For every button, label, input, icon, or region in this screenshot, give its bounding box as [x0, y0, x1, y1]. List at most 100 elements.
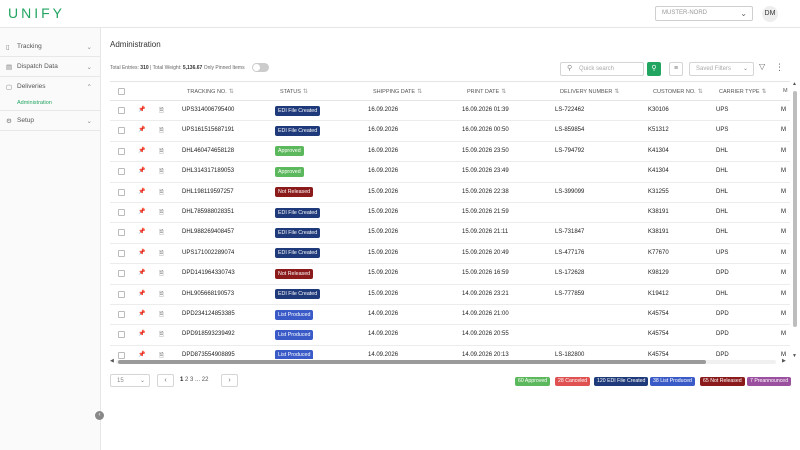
scroll-right-icon[interactable]: ▶	[782, 358, 786, 364]
document-icon[interactable]: 🗎	[159, 330, 164, 340]
document-icon[interactable]: 🗎	[159, 310, 164, 320]
table-row[interactable]: 📌 🗎 UPS314006795400 EDI File Created 16.09.2…	[110, 101, 790, 122]
vertical-scrollbar[interactable]: ▲ ▼	[792, 81, 798, 361]
row-checkbox[interactable]	[118, 229, 125, 237]
pin-icon[interactable]: 📌	[138, 147, 145, 154]
sidebar-item-tracking[interactable]: ▯ Tracking ⌄	[0, 37, 100, 57]
search-button[interactable]: ⚲	[647, 62, 661, 76]
horizontal-scrollbar[interactable]: ◀ ▶	[110, 358, 790, 365]
document-icon[interactable]: 🗎	[159, 126, 164, 136]
pin-icon[interactable]: 📌	[138, 351, 145, 358]
column-header-shipping-date[interactable]: Shipping Date ⇅	[373, 88, 422, 95]
row-checkbox[interactable]	[118, 209, 125, 216]
row-checkbox[interactable]	[118, 107, 125, 114]
scroll-left-icon[interactable]: ◀	[110, 358, 114, 364]
document-icon[interactable]: 🗎	[159, 147, 164, 157]
row-checkbox[interactable]	[118, 249, 125, 257]
column-header-tracking[interactable]: Tracking No. ⇅	[187, 88, 234, 95]
table-row[interactable]: 📌 🗎 UPS171002289074 EDI File Created 15.09.2…	[110, 244, 790, 265]
summary-badge[interactable]: 65 Not Released	[700, 377, 745, 386]
scroll-down-icon[interactable]: ▼	[792, 353, 797, 359]
table-row[interactable]: 📌 🗎 DPD873554908895 List Produced 14.09.2026…	[110, 346, 790, 359]
row-checkbox[interactable]	[118, 270, 125, 278]
table-row[interactable]: 📌 🗎 DPD234124853385 List Produced 14.09.2026…	[110, 305, 790, 326]
page-link[interactable]: 3	[190, 377, 193, 383]
page-link[interactable]: 22	[202, 377, 209, 383]
pin-icon[interactable]: 📌	[138, 228, 145, 235]
only-pinned-toggle[interactable]	[252, 63, 269, 72]
scroll-thumb[interactable]	[118, 360, 706, 364]
summary-badge[interactable]: 120 EDI File Created	[594, 377, 649, 386]
pin-icon[interactable]: 📌	[138, 126, 145, 133]
document-icon[interactable]: 🗎	[159, 249, 164, 259]
pin-icon[interactable]: 📌	[138, 330, 145, 337]
page-link[interactable]: 2	[185, 377, 188, 383]
sidebar-subitem-administration[interactable]: Administration	[0, 97, 100, 111]
row-checkbox[interactable]	[118, 168, 125, 176]
table-row[interactable]: 📌 🗎 DPD141964330743 Not Released 15.09.2026 1…	[110, 264, 790, 285]
summary-badge[interactable]: 7 Preannounced	[747, 377, 792, 386]
pin-icon[interactable]: 📌	[138, 188, 145, 195]
scroll-thumb[interactable]	[793, 91, 797, 327]
document-icon[interactable]: 🗎	[159, 228, 164, 238]
document-icon[interactable]: 🗎	[159, 106, 164, 116]
previous-page-button[interactable]: ‹	[157, 374, 174, 387]
row-checkbox[interactable]	[118, 351, 125, 359]
summary-badge[interactable]: 38 List Produced	[650, 377, 695, 386]
row-checkbox[interactable]	[118, 290, 125, 298]
page-link[interactable]: 1	[180, 377, 183, 383]
column-header-delivery-number[interactable]: Delivery Number ⇅	[560, 88, 619, 95]
document-icon[interactable]: 🗎	[159, 351, 164, 359]
table-row[interactable]: 📌 🗎 DHL314317189053 Approved 16.09.2026 15.09…	[110, 162, 790, 183]
row-checkbox[interactable]	[118, 331, 125, 339]
document-icon[interactable]: 🗎	[159, 208, 164, 218]
pin-icon[interactable]: 📌	[138, 249, 145, 256]
next-page-button[interactable]: ›	[221, 374, 238, 387]
cell-print: 15.09.2026 21:59	[462, 209, 509, 215]
user-avatar[interactable]: DM	[762, 6, 778, 22]
summary-badge[interactable]: 28 Canceled	[555, 377, 591, 386]
saved-filters-select[interactable]: Saved Filters ⌄	[689, 62, 754, 76]
collapse-sidebar-button[interactable]: ‹	[95, 411, 104, 420]
document-icon[interactable]: 🗎	[159, 188, 164, 198]
filter-icon[interactable]: ▽	[759, 62, 765, 71]
row-checkbox[interactable]	[118, 147, 125, 155]
cell-print: 14.09.2026 20:55	[462, 331, 509, 338]
app-logo[interactable]: UNIFY	[8, 5, 65, 21]
pin-icon[interactable]: 📌	[138, 269, 145, 276]
pin-icon[interactable]: 📌	[138, 310, 145, 317]
quick-search-input[interactable]: ⚲ Quick search	[560, 62, 644, 76]
document-icon[interactable]: 🗎	[159, 167, 164, 177]
column-header-customer-no[interactable]: Customer No. ⇅	[653, 88, 703, 95]
table-row[interactable]: 📌 🗎 DHL460474658128 Approved 16.09.2026 15.09…	[110, 142, 790, 163]
column-settings-button[interactable]: ≡	[669, 62, 683, 76]
table-row[interactable]: 📌 🗎 UPS161515687191 EDI File Created 16.09.2…	[110, 121, 790, 142]
more-options-icon[interactable]: ⋮	[775, 62, 784, 73]
sidebar-item-dispatch-data[interactable]: ▤ Dispatch Data ⌄	[0, 57, 100, 77]
page-size-select[interactable]: 15 ⌄	[110, 374, 150, 387]
column-header-more[interactable]: M	[783, 88, 788, 94]
table-row[interactable]: 📌 🗎 DHL198119597257 Not Released 15.09.2026 1…	[110, 183, 790, 203]
table-row[interactable]: 📌 🗎 DHL785988028351 EDI File Created 15.09.2…	[110, 203, 790, 224]
select-all-checkbox[interactable]	[118, 88, 125, 95]
column-header-carrier-type[interactable]: Carrier Type ⇅	[719, 88, 767, 95]
pin-icon[interactable]: 📌	[138, 290, 145, 297]
document-icon[interactable]: 🗎	[159, 269, 164, 279]
pin-icon[interactable]: 📌	[138, 208, 145, 215]
column-header-print-date[interactable]: Print Date ⇅	[467, 88, 506, 95]
row-checkbox[interactable]	[118, 127, 125, 135]
pin-icon[interactable]: 📌	[138, 167, 145, 174]
sidebar-item-deliveries[interactable]: ▢ Deliveries ⌃	[0, 77, 100, 97]
pin-icon[interactable]: 📌	[138, 106, 145, 113]
summary-badge[interactable]: 60 Approved	[515, 377, 551, 386]
scroll-up-icon[interactable]: ▲	[792, 81, 797, 87]
sidebar-item-setup[interactable]: ⚙ Setup ⌄	[0, 111, 100, 131]
table-row[interactable]: 📌 🗎 DHL988269408457 EDI File Created 15.09.2…	[110, 223, 790, 244]
column-header-status[interactable]: Status ⇅	[280, 88, 308, 95]
row-checkbox[interactable]	[118, 188, 125, 196]
table-row[interactable]: 📌 🗎 DPD918593239492 List Produced 14.09.2026…	[110, 325, 790, 346]
document-icon[interactable]: 🗎	[159, 290, 164, 300]
row-checkbox[interactable]	[118, 311, 125, 318]
table-row[interactable]: 📌 🗎 DHL905668190573 EDI File Created 15.09.2…	[110, 285, 790, 305]
organization-select[interactable]: MUSTER-NORD ⌄	[655, 6, 753, 21]
